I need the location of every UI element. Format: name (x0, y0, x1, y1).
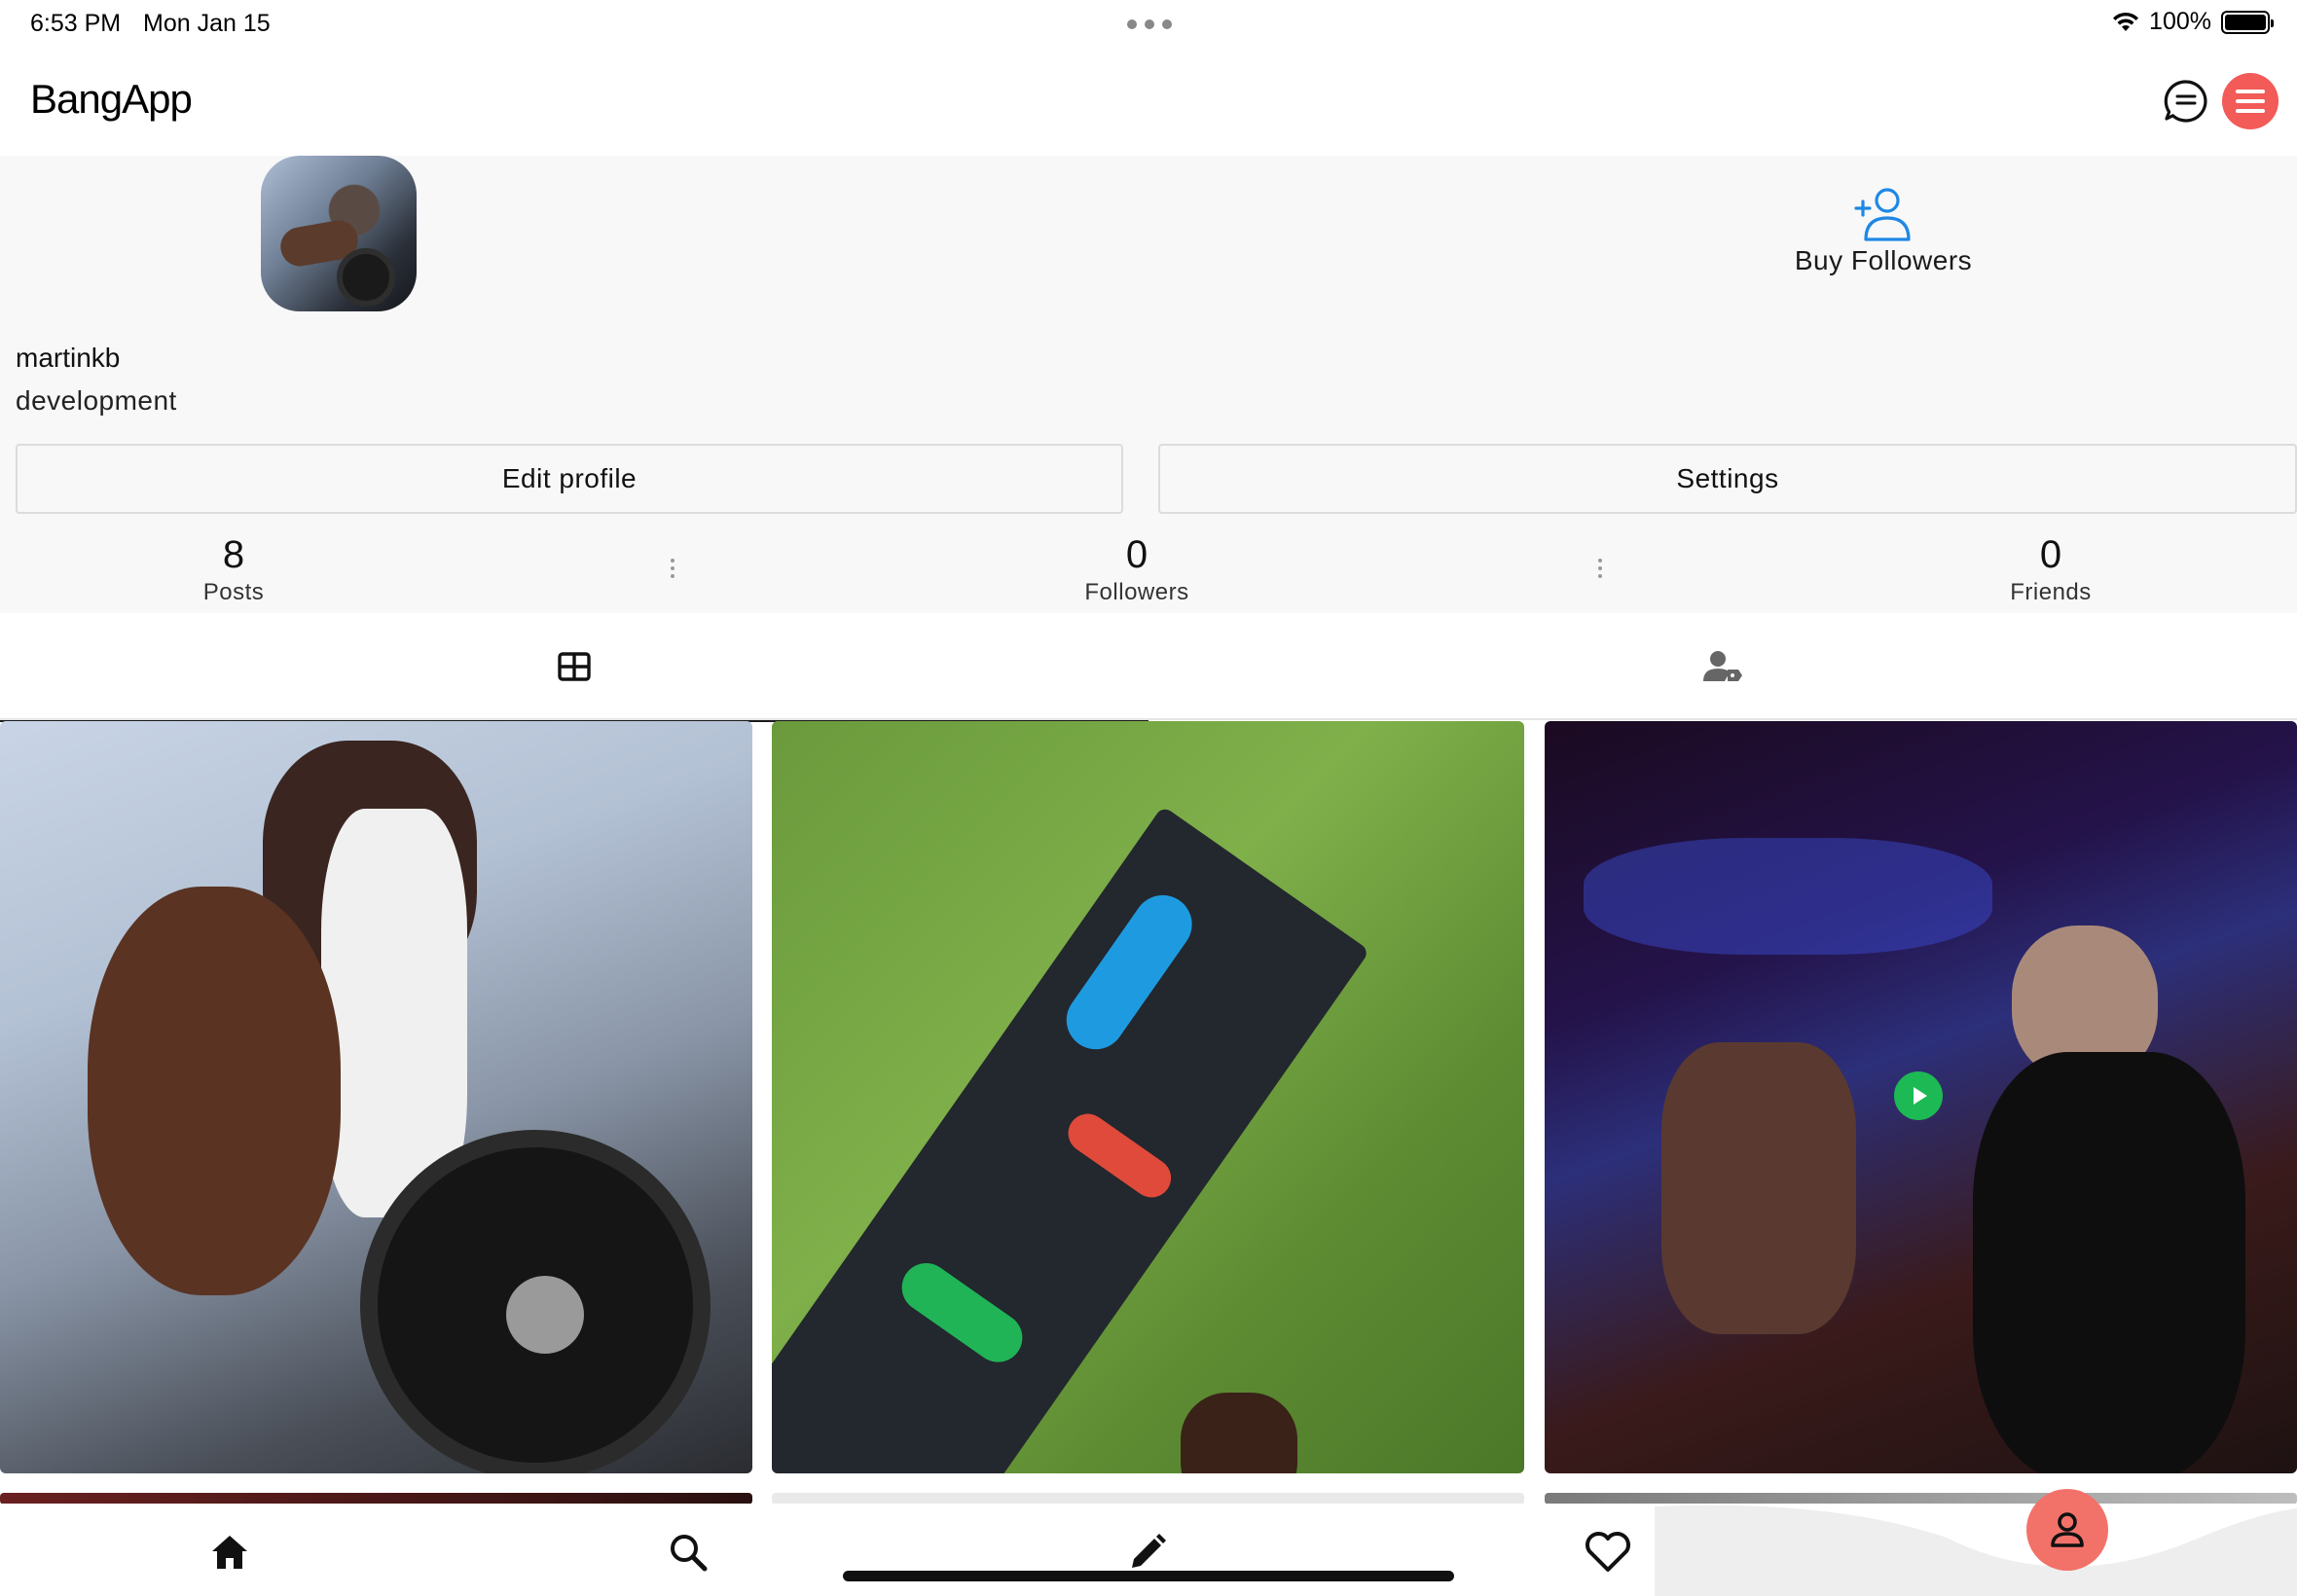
menu-line (2236, 90, 2265, 93)
status-date: Mon Jan 15 (143, 10, 271, 37)
pencil-icon (1132, 1534, 1166, 1568)
post-image-dress (1973, 1052, 2245, 1473)
post-image-hand (1181, 1393, 1297, 1473)
post-video-thumbnail[interactable] (1545, 721, 2297, 1473)
posts-stat[interactable]: 8 Posts (136, 533, 331, 606)
post-image-plate-hub (506, 1276, 584, 1354)
profile-icon (2051, 1512, 2084, 1547)
nav-home[interactable] (201, 1523, 259, 1581)
followers-stat[interactable]: 0 Followers (1039, 533, 1234, 606)
status-bar: 6:53 PM Mon Jan 15 100% (0, 0, 2297, 49)
avatar[interactable] (261, 156, 417, 311)
posts-count: 8 (222, 533, 245, 576)
profile-section: Buy Followers martinkb development Edit … (0, 156, 2297, 613)
settings-button[interactable]: Settings (1158, 444, 2297, 514)
tab-tagged[interactable] (1148, 613, 2297, 720)
posts-label: Posts (202, 579, 265, 605)
post-thumbnail[interactable] (772, 721, 1524, 1473)
post-image-board (772, 805, 1370, 1473)
nav-likes[interactable] (1579, 1523, 1637, 1581)
nav-profile[interactable] (2026, 1489, 2108, 1571)
multitasking-dots-icon[interactable] (1127, 19, 1172, 29)
tab-posts-grid[interactable] (0, 613, 1148, 722)
friends-label: Friends (2010, 579, 2092, 605)
edit-profile-button[interactable]: Edit profile (16, 444, 1123, 514)
stat-divider (1598, 559, 1602, 578)
post-image-club-lights (1584, 838, 1992, 955)
menu-line (2236, 109, 2265, 113)
profile-tabs (0, 613, 2297, 722)
menu-button[interactable] (2222, 73, 2279, 129)
app-title: BangApp (30, 76, 193, 122)
nav-search[interactable] (659, 1523, 717, 1581)
avatar-plate (337, 248, 395, 307)
play-icon[interactable] (1894, 1071, 1943, 1120)
wifi-icon (2113, 12, 2139, 31)
search-icon (671, 1535, 708, 1572)
friends-stat[interactable]: 0 Friends (1953, 533, 2148, 606)
heart-icon (1586, 1532, 1630, 1572)
post-image-arm (88, 887, 341, 1295)
post-image-sofa (1661, 1042, 1856, 1334)
post-thumbnail[interactable] (0, 721, 752, 1473)
battery-icon (2221, 10, 2274, 34)
buy-followers-label: Buy Followers (1794, 245, 1973, 275)
chat-icon[interactable] (2163, 78, 2209, 125)
post-image-red-strip (1060, 1106, 1179, 1206)
home-icon (212, 1536, 247, 1569)
status-right: 100% (2112, 8, 2274, 36)
bio: development (16, 385, 177, 416)
followers-label: Followers (1084, 579, 1189, 605)
stat-divider (671, 559, 675, 578)
add-user-icon (1854, 188, 1911, 241)
app-header: BangApp (0, 49, 2297, 156)
bottom-nav-wave (1655, 1505, 2297, 1596)
grid-icon (558, 652, 591, 681)
post-image-green-strip (892, 1253, 1033, 1372)
followers-count: 0 (1125, 533, 1148, 576)
menu-line (2236, 99, 2265, 103)
battery-percent: 100% (2149, 8, 2211, 35)
post-image-handle (1054, 884, 1204, 1061)
status-time: 6:53 PM (30, 10, 122, 37)
friends-count: 0 (2039, 533, 2062, 576)
tagged-user-icon (1703, 651, 1742, 681)
home-indicator[interactable] (843, 1571, 1454, 1581)
username: martinkb (16, 343, 121, 373)
buy-followers-button[interactable]: Buy Followers (1781, 185, 1986, 276)
